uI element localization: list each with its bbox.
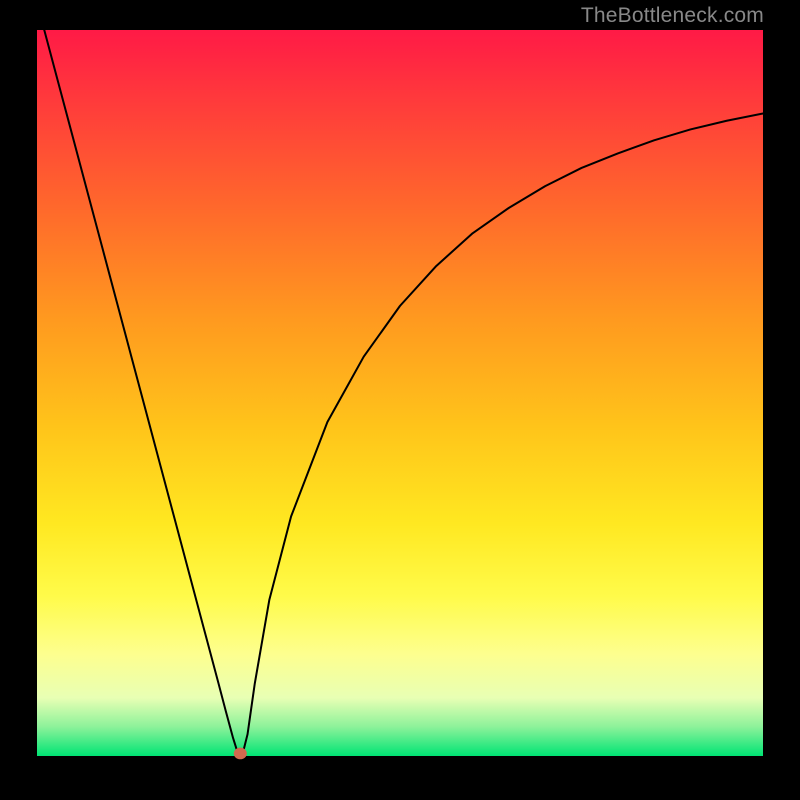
bottleneck-curve-line [44, 30, 763, 756]
watermark-text: TheBottleneck.com [581, 4, 764, 28]
chart-frame: TheBottleneck.com [0, 0, 800, 800]
plot-area [37, 30, 763, 756]
chart-svg [37, 30, 763, 756]
minimum-marker [234, 748, 247, 760]
